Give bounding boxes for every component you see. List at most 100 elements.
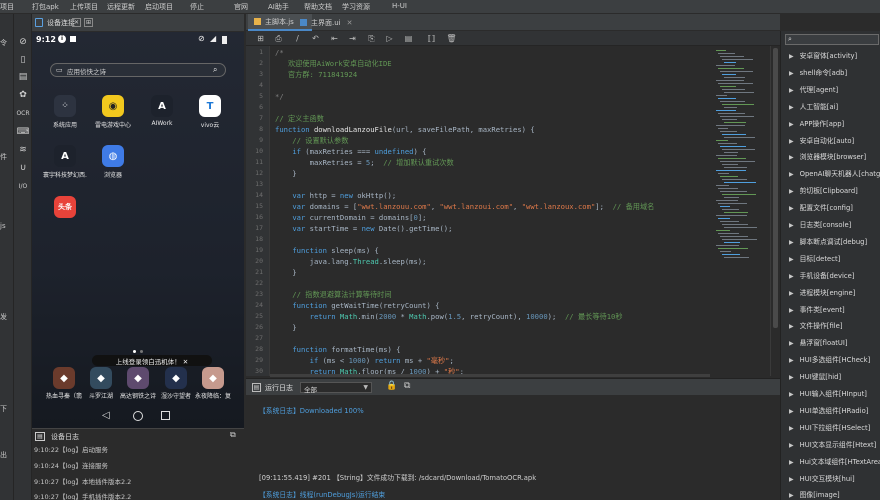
code-line[interactable]: var http = new okHttp(); <box>275 191 396 200</box>
bookmark-icon[interactable]: ▯ <box>17 54 29 66</box>
module-item[interactable]: ▶ 配置文件[config] <box>789 202 853 212</box>
module-item[interactable]: ▶ HUI文本显示组件[Htext] <box>789 439 876 449</box>
module-item[interactable]: ▶ APP操作[app] <box>789 118 844 128</box>
printer-icon[interactable]: ▤ <box>17 71 29 83</box>
menu-project[interactable]: 项目 <box>0 2 14 12</box>
code-line[interactable]: 欢迎使用AiWork安卓自动化IDE <box>275 59 392 69</box>
menu-official-site[interactable]: 官网 <box>234 2 248 12</box>
menu-upload-project[interactable]: 上传项目 <box>70 2 98 12</box>
module-item[interactable]: ▶ 剪切板[Clipboard] <box>789 185 858 195</box>
module-item[interactable]: ▶ HUI多选组件[HCheck] <box>789 354 870 364</box>
close-icon[interactable]: ✕ <box>72 18 81 27</box>
comment-icon[interactable]: ⟦⟧ <box>426 33 437 44</box>
module-item[interactable]: ▶ shell命令[adb] <box>789 67 847 77</box>
code-line[interactable]: function sleep(ms) { <box>275 246 379 255</box>
game-icon[interactable]: ◆ <box>165 367 187 389</box>
menu-ai-assistant[interactable]: AI助手 <box>268 2 289 12</box>
code-line[interactable]: if (maxRetries === undefined) { <box>275 147 426 156</box>
game-icon[interactable]: ◆ <box>90 367 112 389</box>
gamepad-icon[interactable]: ◉ <box>102 95 124 117</box>
print-icon[interactable]: ⎙ <box>273 33 284 44</box>
game-icon[interactable]: ◆ <box>202 367 224 389</box>
code-line[interactable]: */ <box>275 92 284 101</box>
code-line[interactable]: function downloadLanzouFile(url, saveFil… <box>275 125 535 134</box>
code-editor[interactable]: /* 欢迎使用AiWork安卓自动化IDE 官方群: 711841924 */ //… <box>270 46 714 376</box>
phone-screen[interactable]: 9:12 i ⊘ ◢ ▭ 应用侦快之诗 ⌕ ⁘ 系统应用 ◉ 雷电游戏中心 A … <box>32 32 244 428</box>
module-item[interactable]: ▶ 安卓窗体[activity] <box>789 50 857 60</box>
code-line[interactable]: } <box>275 323 296 332</box>
avengers-icon[interactable]: A <box>151 95 173 117</box>
code-line[interactable]: } <box>275 169 296 178</box>
code-line[interactable]: maxRetries = 5; // 增加默认重试次数 <box>275 158 454 168</box>
code-line[interactable]: if (ms < 1000) return ms + "毫秒"; <box>275 356 454 366</box>
avengers-icon[interactable]: A <box>54 145 76 167</box>
run-icon[interactable]: ▷ <box>384 33 395 44</box>
device-tab-label[interactable]: 设备连接 <box>47 18 75 28</box>
code-line[interactable]: // 指数退避算法计算等待时间 <box>275 290 391 300</box>
code-line[interactable]: function formatTime(ms) { <box>275 345 400 354</box>
module-item[interactable]: ▶ 图像[image] <box>789 489 840 499</box>
code-line[interactable]: var domains = ["wwt.lanzouu.com", "wwt.l… <box>275 202 654 212</box>
code-line[interactable]: function getWaitTime(retryCount) { <box>275 301 439 310</box>
magnet-icon[interactable]: ∪ <box>17 162 29 174</box>
code-line[interactable]: /* <box>275 48 284 57</box>
module-item[interactable]: ▶ 目标[detect] <box>789 253 840 263</box>
editor-vertical-scrollbar[interactable] <box>770 46 780 376</box>
scroll-thumb[interactable] <box>773 48 778 328</box>
module-item[interactable]: ▶ HUI下拉组件[HSelect] <box>789 422 870 432</box>
module-item[interactable]: ▶ 代理[agent] <box>789 84 838 94</box>
code-line[interactable]: } <box>275 268 296 277</box>
image-icon[interactable]: ⧉ <box>404 381 410 391</box>
lock-icon[interactable]: 🔒 <box>386 381 397 391</box>
module-item[interactable]: ▶ 日志类[console] <box>789 219 851 229</box>
module-item[interactable]: ▶ OpenAI聊天机器人[chatgpt] <box>789 168 880 178</box>
code-line[interactable]: return Math.min(2000 * Math.pow(1.5, ret… <box>275 312 623 322</box>
format-icon[interactable]: / <box>292 33 303 44</box>
outdent-icon[interactable]: ⇥ <box>347 33 358 44</box>
ocr-icon[interactable]: OCR <box>16 107 29 119</box>
module-item[interactable]: ▶ 浏览器模块[browser] <box>789 151 866 161</box>
code-line[interactable]: // 定义主函数 <box>275 114 324 124</box>
module-item[interactable]: ▶ 事件类[event] <box>789 304 845 314</box>
module-item[interactable]: ▶ HUI交互模块[hui] <box>789 473 855 483</box>
app-search-box[interactable]: ▭ 应用侦快之诗 ⌕ <box>50 63 226 77</box>
close-icon[interactable]: ✕ <box>347 19 353 27</box>
search-icon[interactable]: ⌕ <box>213 65 217 75</box>
module-item[interactable]: ▶ 脚本断点调试[debug] <box>789 236 867 246</box>
recents-icon[interactable] <box>161 411 170 420</box>
code-minimap[interactable] <box>714 46 770 376</box>
undo-icon[interactable]: ↶ <box>310 33 321 44</box>
new-icon[interactable]: ⊞ <box>255 33 266 44</box>
menu-build-apk[interactable]: 打包apk <box>32 2 59 12</box>
toast-message[interactable]: 上线登录领白迅机体！ ✕ <box>92 355 212 366</box>
wifi-icon[interactable]: ≋ <box>17 144 29 156</box>
module-item[interactable]: ▶ 安卓自动化[auto] <box>789 135 854 145</box>
module-search-input[interactable]: ⌕ <box>785 34 879 45</box>
log-filter-select[interactable]: 全部 ▼ <box>300 382 372 394</box>
stop-icon[interactable]: ▤ <box>403 33 414 44</box>
module-item[interactable]: ▶ 人工智能[ai] <box>789 101 838 111</box>
snippet-icon[interactable]: ⎘ <box>366 33 377 44</box>
module-item[interactable]: ▶ Hui文本域组件[HTextArea] <box>789 456 880 466</box>
delete-icon[interactable]: 🗑 <box>446 33 457 44</box>
module-item[interactable]: ▶ 手机设备[device] <box>789 270 854 280</box>
menu-start-project[interactable]: 启动项目 <box>145 2 173 12</box>
module-item[interactable]: ▶ HUI输入组件[HInput] <box>789 388 867 398</box>
grid-icon[interactable]: ⁘ <box>54 95 76 117</box>
globe-icon[interactable]: ◍ <box>102 145 124 167</box>
image-icon[interactable]: ⧉ <box>230 430 236 440</box>
editor-horizontal-scrollbar[interactable] <box>270 374 710 377</box>
code-line[interactable]: 官方群: 711841924 <box>275 70 357 80</box>
window-icon[interactable]: ⊞ <box>84 18 93 27</box>
module-item[interactable]: ▶ 文件操作[file] <box>789 320 842 330</box>
home-icon[interactable] <box>133 411 143 421</box>
code-line[interactable]: // 设置默认参数 <box>275 136 348 146</box>
toutiao-icon[interactable]: 头条 <box>54 196 76 218</box>
module-item[interactable]: ▶ HUI单选组件[HRadio] <box>789 405 868 415</box>
menu-h-ui[interactable]: H-UI <box>392 2 407 10</box>
module-item[interactable]: ▶ HUI键鼠[hid] <box>789 371 841 381</box>
code-line[interactable]: var currentDomain = domains[0]; <box>275 213 426 222</box>
palette-icon[interactable]: ✿ <box>17 89 29 101</box>
module-item[interactable]: ▶ 进程模块[engine] <box>789 287 855 297</box>
indent-icon[interactable]: ⇤ <box>329 33 340 44</box>
